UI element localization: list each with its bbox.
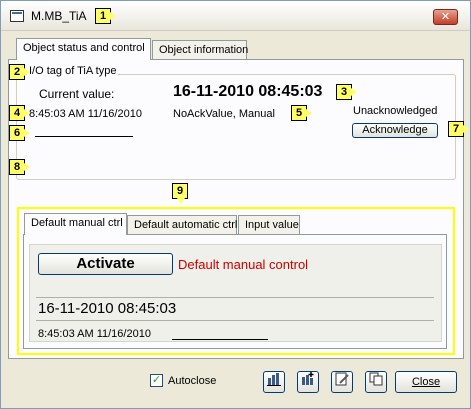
current-value: 16-11-2010 08:45:03 xyxy=(173,83,323,100)
io-tag-group-title: I/O tag of TiA type xyxy=(27,65,119,77)
current-value-label: Current value: xyxy=(39,87,115,101)
value-underline xyxy=(36,320,434,321)
manual-timestamp: 8:45:03 AM 11/16/2010 xyxy=(38,328,151,340)
value-separator xyxy=(36,297,434,298)
tab-default-manual-ctrl[interactable]: Default manual ctrl xyxy=(24,213,127,235)
title-bar[interactable]: M.MB_TiA ✕ xyxy=(1,1,470,31)
callout-1: 1 xyxy=(95,8,116,24)
tab-default-automatic-ctrl[interactable]: Default automatic ctrl xyxy=(127,215,237,235)
callout-6: 6 xyxy=(9,125,30,141)
tab-object-information[interactable]: Object information xyxy=(152,40,248,60)
status-timestamp: 8:45:03 AM 11/16/2010 xyxy=(29,108,142,120)
manual-mode-text: Default manual control xyxy=(178,257,309,272)
close-button[interactable]: Close xyxy=(395,371,457,393)
faceplate-add-icon[interactable] xyxy=(297,371,319,393)
acknowledge-button[interactable]: Acknowledge xyxy=(352,123,438,138)
window-icon xyxy=(10,10,24,22)
activate-button[interactable]: Activate xyxy=(38,253,173,275)
callout-8: 8 xyxy=(9,159,30,175)
manual-value: 16-11-2010 08:45:03 xyxy=(38,300,177,317)
callout-7: 7 xyxy=(448,121,469,137)
faceplate-window: M.MB_TiA ✕ 1 Object status and control O… xyxy=(0,0,471,409)
window-title: M.MB_TiA xyxy=(31,9,87,23)
window-close-button[interactable]: ✕ xyxy=(433,9,458,25)
callout-3: 3 xyxy=(336,84,357,100)
ack-state: Unacknowledged xyxy=(353,105,438,117)
tab-object-status-and-control[interactable]: Object status and control xyxy=(16,38,151,60)
autoclose-checkbox[interactable]: ✓ xyxy=(150,374,163,387)
callout-5: 5 xyxy=(291,105,312,121)
callout-2: 2 xyxy=(9,64,30,80)
manual-line xyxy=(172,339,268,340)
status-line xyxy=(35,136,133,137)
copy-icon[interactable] xyxy=(365,371,387,393)
status-state: NoAckValue, Manual xyxy=(173,108,275,120)
bar-chart-icon[interactable] xyxy=(263,371,285,393)
document-edit-icon[interactable] xyxy=(331,371,353,393)
callout-4: 4 xyxy=(9,105,30,121)
autoclose-label: Autoclose xyxy=(168,375,217,387)
callout-9: 9 xyxy=(172,183,188,204)
tab-input-value[interactable]: Input value xyxy=(238,215,300,235)
